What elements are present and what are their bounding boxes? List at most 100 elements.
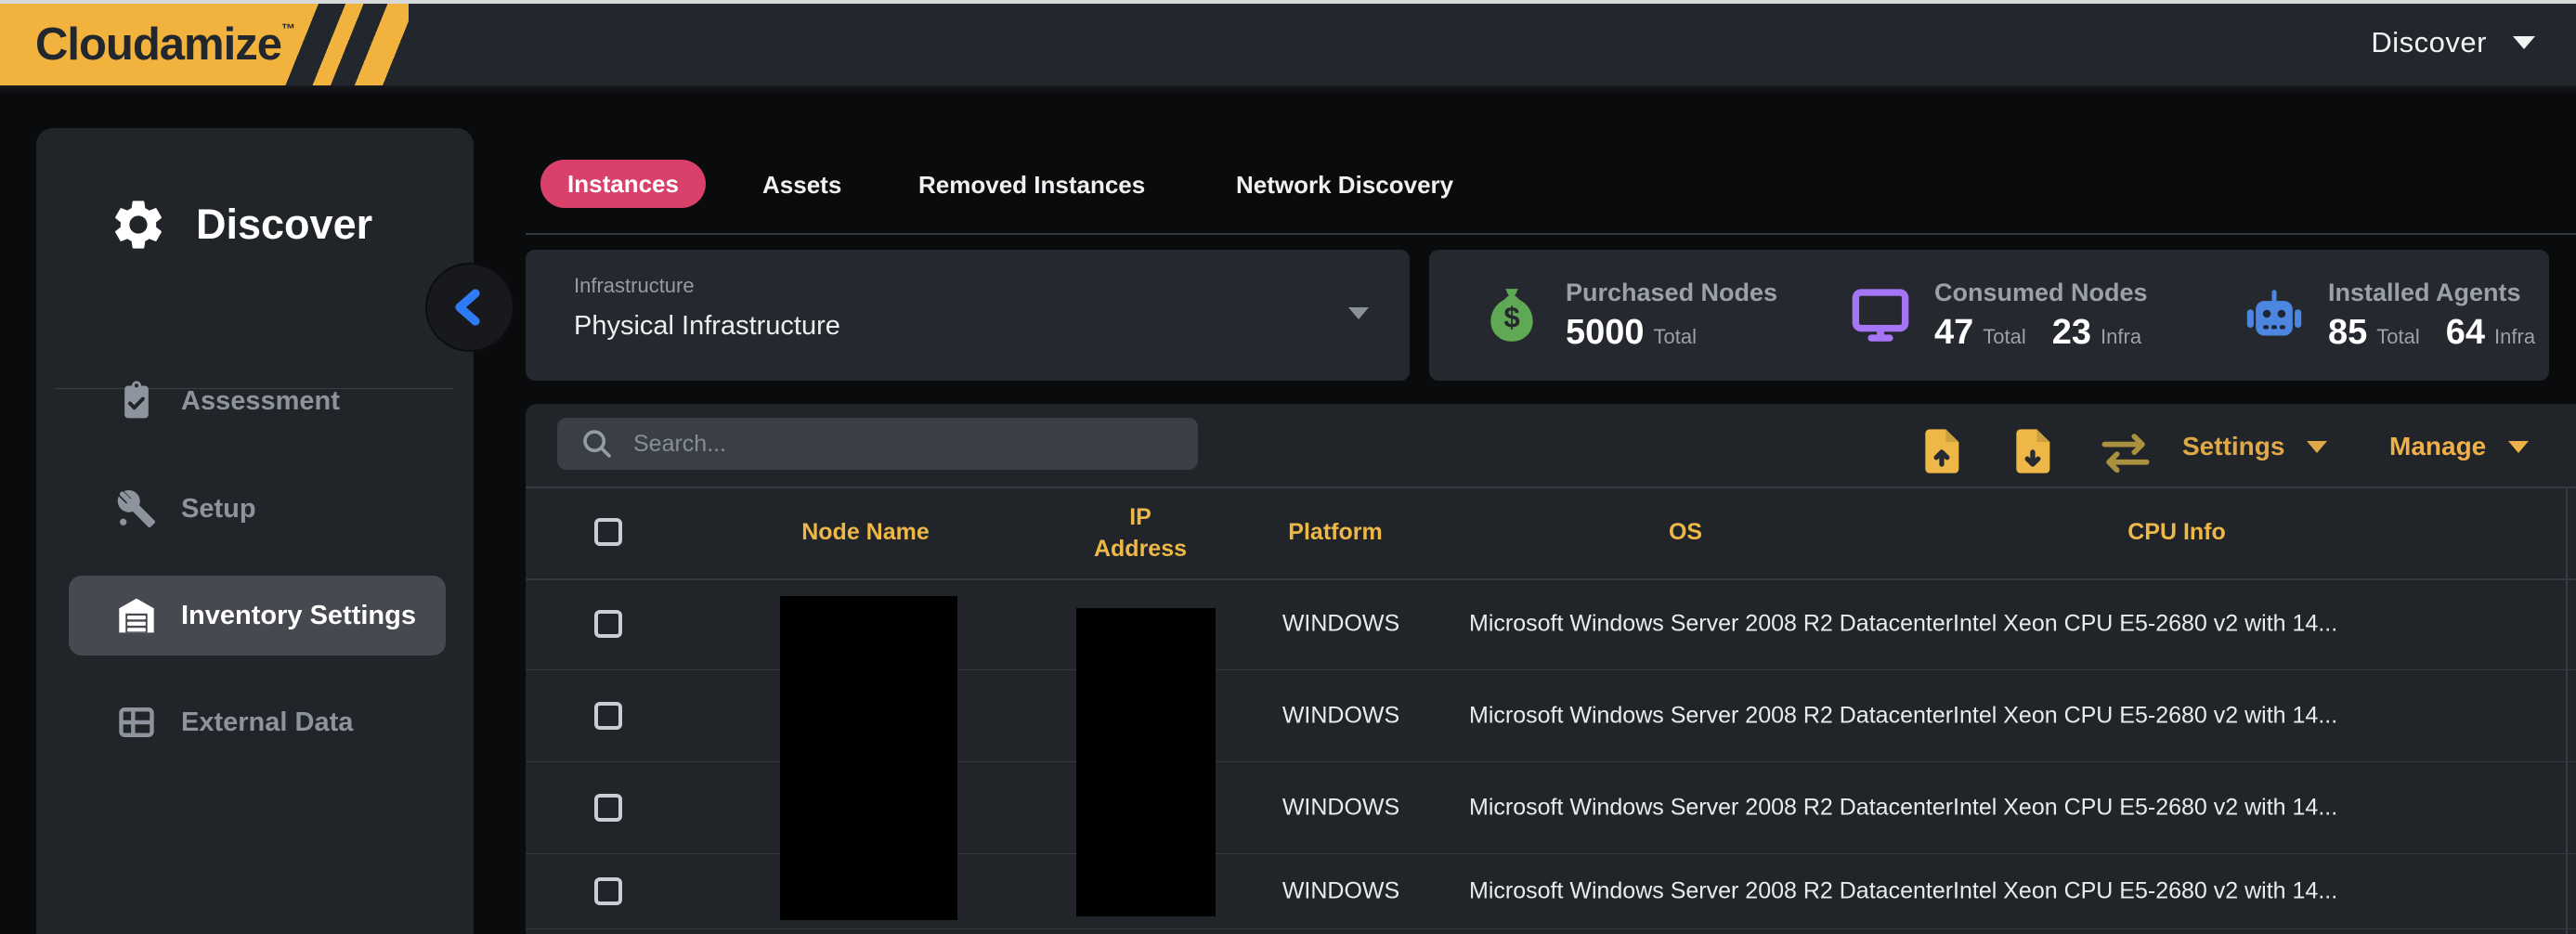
chevron-down-icon [2513,36,2535,49]
sidebar-item-external-data[interactable]: External Data [69,682,446,762]
topnav-discover-label: Discover [2371,26,2487,59]
os-cpu-cells: Microsoft Windows Server 2008 R2 Datacen… [1469,795,2337,822]
column-header-node-name[interactable]: Node Name [773,519,958,546]
brand-name: Cloudamize™ [35,19,294,71]
table-grid-icon [116,702,157,743]
row-checkbox[interactable] [594,794,622,822]
stat-values: 85 Total 64 Infra [2328,313,2552,353]
sidebar-item-label: External Data [181,707,353,738]
sidebar-item-inventory-settings[interactable]: Inventory Settings [69,576,446,655]
clipboard-check-icon [116,381,157,422]
stat-infra-unit: Infra [2494,325,2535,349]
os-cell: Microsoft Windows Server 2008 R2 Datacen… [1469,703,1953,730]
chevron-down-icon [2508,441,2529,453]
infrastructure-label: Infrastructure [574,274,695,298]
os-cell: Microsoft Windows Server 2008 R2 Datacen… [1469,878,1953,905]
infrastructure-select[interactable]: Infrastructure Physical Infrastructure [526,250,1410,381]
os-cell: Microsoft Windows Server 2008 R2 Datacen… [1469,795,1953,822]
chevron-down-icon [1348,307,1369,319]
settings-label: Settings [2182,432,2284,461]
stat-label: Installed Agents [2328,279,2552,307]
platform-cell: WINDOWS [1242,878,1439,905]
money-bag-icon: $ [1480,284,1543,347]
app-screen: Cloudamize™ Discover Discover Assessment [0,0,2576,934]
tab-instances[interactable]: Instances [540,160,706,208]
stat-infra-unit: Infra [2101,325,2141,349]
stats-card: $ Purchased Nodes 5000 Total Consumed No… [1429,250,2549,381]
chevron-left-icon [448,285,492,330]
sidebar-title: Discover [196,201,372,249]
topnav-discover-menu[interactable]: Discover [2371,0,2535,85]
manage-label: Manage [2389,432,2486,461]
chevron-down-icon [2307,441,2327,453]
platform-cell: WINDOWS [1242,611,1439,638]
toolbar-divider [526,486,2576,488]
sidebar-item-assessment[interactable]: Assessment [69,361,446,441]
infrastructure-value: Physical Infrastructure [574,311,840,342]
transfer-arrows-icon[interactable] [2097,430,2154,474]
monitor-icon [1849,284,1912,347]
sidebar-item-setup[interactable]: Setup [69,469,446,549]
tab-network-discovery[interactable]: Network Discovery [1236,170,1453,200]
svg-text:$: $ [1503,301,1519,333]
row-checkbox[interactable] [594,877,622,905]
brand-text: Cloudamize [35,19,281,70]
tab-assets[interactable]: Assets [762,170,841,200]
os-cpu-cells: Microsoft Windows Server 2008 R2 Datacen… [1469,611,2337,638]
sidebar-header: Discover [109,195,372,254]
row-checkbox[interactable] [594,610,622,638]
tools-icon [116,488,157,529]
column-header-ip-address[interactable]: IP Address [1089,501,1191,564]
warehouse-icon [116,595,157,636]
top-bar: Cloudamize™ Discover [0,0,2576,94]
sidebar-item-label: Inventory Settings [181,601,416,631]
sidebar-item-label: Assessment [181,386,340,417]
stat-total-unit: Total [2376,325,2419,349]
sidebar: Discover Assessment Setup Inventory Sett… [36,128,474,934]
search-box[interactable] [557,418,1198,470]
sidebar-item-label: Setup [181,494,256,525]
gear-icon [109,195,168,254]
cpu-info-cell: Intel Xeon CPU E5-2680 v2 with 14... [1953,878,2337,905]
stat-installed-agents: Installed Agents 85 Total 64 Infra [2243,250,2552,381]
stat-label: Consumed Nodes [1934,279,2158,307]
topbar-bottom-strip [0,85,2576,94]
robot-icon [2243,284,2306,347]
cpu-info-cell: Intel Xeon CPU E5-2680 v2 with 14... [1953,703,2337,730]
cloudamize-logo: Cloudamize™ [0,4,409,85]
trademark-mark: ™ [281,21,294,37]
select-all-checkbox[interactable] [594,518,622,546]
stat-total-unit: Total [1654,325,1697,349]
cpu-info-cell: Intel Xeon CPU E5-2680 v2 with 14... [1953,611,2337,638]
stat-total: 85 [2328,313,2367,353]
stat-label: Purchased Nodes [1566,279,1777,307]
search-input[interactable] [631,430,1151,459]
stat-total-unit: Total [1983,325,2025,349]
stat-values: 5000 Total [1566,313,1777,353]
tab-label: Instances [567,170,679,199]
platform-cell: WINDOWS [1242,703,1439,730]
tab-removed-instances[interactable]: Removed Instances [918,170,1145,200]
os-cpu-cells: Microsoft Windows Server 2008 R2 Datacen… [1469,703,2337,730]
stat-consumed-nodes: Consumed Nodes 47 Total 23 Infra [1849,250,2158,381]
stat-purchased-nodes: $ Purchased Nodes 5000 Total [1480,250,1777,381]
os-cpu-cells: Microsoft Windows Server 2008 R2 Datacen… [1469,878,2337,905]
stat-total: 47 [1934,313,1973,353]
file-upload-icon[interactable] [1914,424,1968,478]
column-header-platform[interactable]: Platform [1242,519,1428,546]
sidebar-collapse-button[interactable] [427,265,513,350]
column-header-os[interactable]: OS [1593,519,1778,546]
platform-cell: WINDOWS [1242,795,1439,822]
column-header-cpu-info[interactable]: CPU Info [2084,519,2270,546]
os-cell: Microsoft Windows Server 2008 R2 Datacen… [1469,611,1953,638]
row-checkbox[interactable] [594,702,622,730]
stat-infra: 64 [2446,313,2485,353]
cpu-info-cell: Intel Xeon CPU E5-2680 v2 with 14... [1953,795,2337,822]
manage-menu[interactable]: Manage [2389,432,2529,461]
node-name-redaction-overlay [780,596,957,920]
settings-menu[interactable]: Settings [2182,432,2327,461]
ip-address-redaction-overlay [1076,608,1216,916]
stat-total: 5000 [1566,313,1645,353]
tabs-divider [526,233,2576,235]
file-download-icon[interactable] [2005,424,2059,478]
